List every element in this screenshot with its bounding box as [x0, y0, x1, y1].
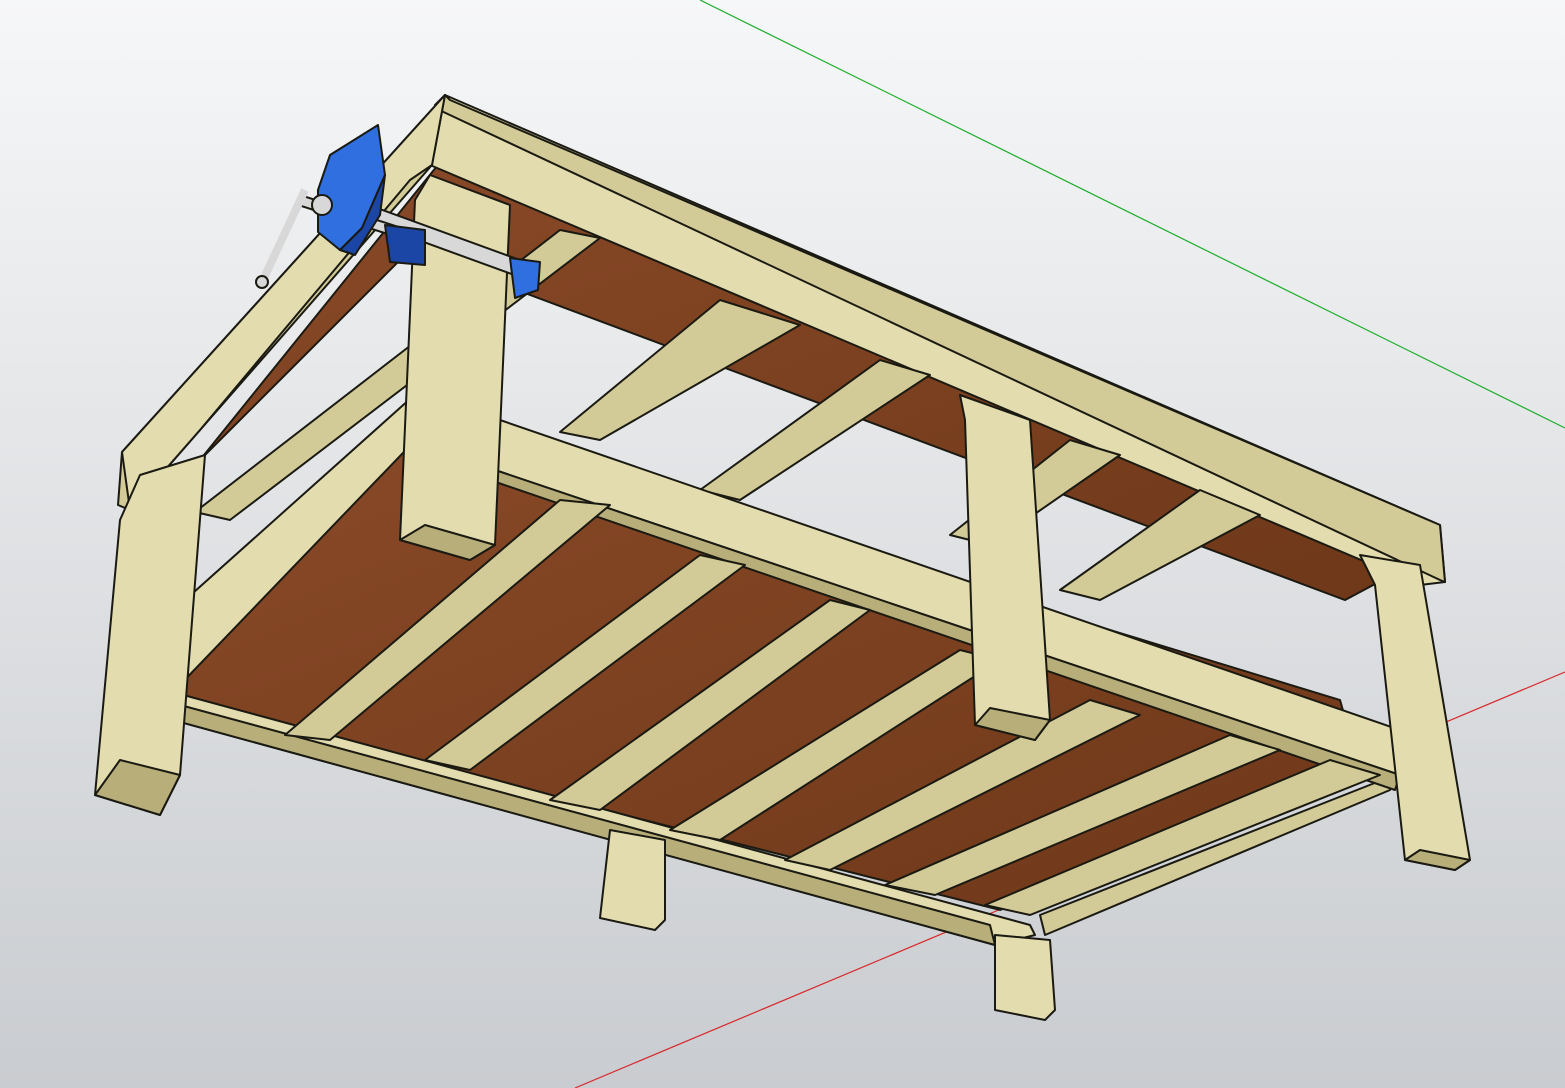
leg-back-right — [994, 934, 1056, 1021]
sketchup-viewport[interactable] — [0, 0, 1565, 1088]
vise-handle-knob — [255, 275, 269, 289]
vise-screw-hub — [311, 194, 333, 216]
vise-rear-jaw — [384, 224, 426, 266]
3d-model-canvas[interactable] — [0, 0, 1565, 1088]
leg-middle-front — [599, 829, 666, 931]
